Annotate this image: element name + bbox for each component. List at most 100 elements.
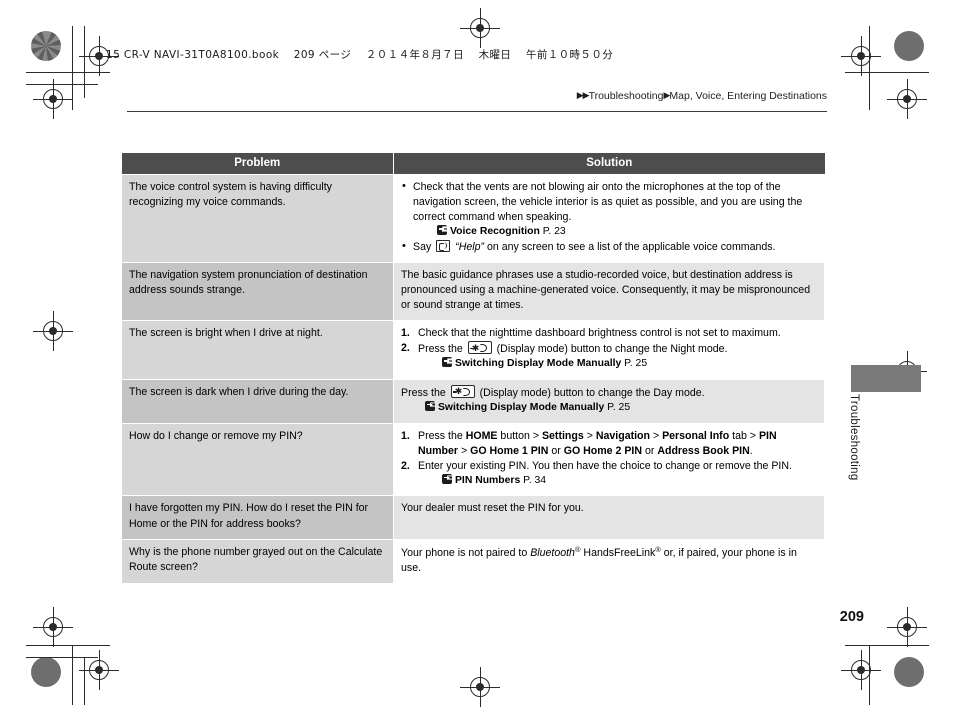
- cross-reference-page: P. 25: [624, 358, 648, 370]
- list-item: Say “Help” on any screen to see a list o…: [401, 239, 817, 255]
- table-row: Why is the phone number grayed out on th…: [121, 538, 825, 584]
- solution-cell: Your dealer must reset the PIN for you.: [393, 495, 825, 540]
- bullet-text-rest: on any screen to see a list of the appli…: [486, 240, 776, 253]
- troubleshooting-table: Problem Solution The voice control syste…: [121, 153, 825, 584]
- step-text: Check that the nighttime dashboard brigh…: [418, 326, 781, 339]
- crop-line-top-right-v: [869, 26, 870, 110]
- registration-mark-bottom-right-2: [887, 607, 927, 647]
- problem-cell: How do I change or remove my PIN?: [121, 422, 394, 497]
- cross-reference-page: P. 34: [523, 474, 547, 486]
- problem-cell: Why is the phone number grayed out on th…: [121, 538, 394, 584]
- table-row: The screen is dark when I drive during t…: [121, 378, 825, 424]
- gt2: >: [650, 429, 663, 442]
- cross-reference-name: Switching Display Mode Manually: [455, 358, 622, 370]
- cross-reference-name: Switching Display Mode Manually: [438, 401, 605, 413]
- home-button-label: HOME: [465, 429, 498, 442]
- crop-line-bottom-right-v: [869, 645, 870, 705]
- print-dot-mark-bottom-left: [31, 657, 61, 687]
- crop-line-top-left-h: [26, 72, 110, 73]
- print-dot-mark-bottom-right: [894, 657, 924, 687]
- solution-pre: Your phone is not paired to: [401, 546, 531, 559]
- cross-reference-name: Voice Recognition: [450, 226, 540, 238]
- cross-reference-name: PIN Numbers: [455, 474, 521, 486]
- problem-cell: I have forgotten my PIN. How do I reset …: [121, 495, 394, 540]
- period: .: [749, 444, 753, 457]
- crop-line-bottom-right-h: [845, 645, 929, 646]
- column-header-problem: Problem: [121, 153, 394, 175]
- cross-reference: PIN Numbers P. 34: [418, 473, 817, 489]
- display-mode-button-icon: ✱: [450, 384, 475, 398]
- jump-arrow-icon: [442, 357, 452, 368]
- table-row: The screen is bright when I drive at nig…: [121, 319, 825, 380]
- solution-cell: Press the ✱ (Display mode) button to cha…: [393, 378, 825, 424]
- table-row: The navigation system pronunciation of d…: [121, 261, 825, 321]
- running-head-subsection: Map, Voice, Entering Destinations: [669, 90, 827, 102]
- solution-bullet-list: Check that the vents are not blowing air…: [401, 179, 817, 255]
- or1: or: [548, 444, 564, 457]
- step-text: Press the HOME button > Settings > Navig…: [418, 430, 777, 457]
- navigation-label: Navigation: [595, 429, 650, 442]
- bluetooth-label: Bluetooth: [530, 546, 575, 559]
- column-header-solution: Solution: [393, 153, 825, 175]
- crop-line-top-right-h: [845, 72, 929, 73]
- voice-command-icon: [436, 239, 451, 252]
- print-dot-mark-top-left: [31, 31, 61, 61]
- list-item: Check that the vents are not blowing air…: [401, 179, 817, 240]
- registration-mark-left-mid: [33, 311, 73, 351]
- cross-reference-page: P. 25: [607, 401, 631, 413]
- step-text: Enter your existing PIN. You then have t…: [418, 459, 792, 472]
- crop-line-bottom-left-v2: [84, 657, 85, 705]
- running-head-arrow-icon: ▶▶: [576, 90, 590, 100]
- problem-cell: The navigation system pronunciation of d…: [121, 261, 394, 321]
- running-head: ▶▶Troubleshooting▶Map, Voice, Entering D…: [127, 90, 827, 102]
- display-mode-button-icon: ✱: [467, 341, 492, 355]
- or2: or: [642, 444, 658, 457]
- running-head-rule: [127, 111, 827, 112]
- solution-lead: Press the: [401, 386, 446, 399]
- gt1: >: [583, 429, 596, 442]
- address-book-pin-label: Address Book PIN: [657, 444, 750, 457]
- go-home-1-pin-label: GO Home 1 PIN: [470, 444, 549, 457]
- registration-mark-top-right-2: [887, 79, 927, 119]
- crop-line-bottom-left-h: [26, 645, 110, 646]
- solution-cell: Your phone is not paired to Bluetooth® H…: [393, 538, 825, 584]
- registration-mark-top-right: [841, 36, 881, 76]
- registration-mark-bottom-center: [460, 667, 500, 707]
- print-dot-mark-top-right: [894, 31, 924, 61]
- step-mid: button >: [497, 429, 542, 442]
- cross-reference: Switching Display Mode Manually P. 25: [418, 357, 817, 372]
- cross-reference-page: P. 23: [542, 226, 566, 238]
- page-number: 209: [839, 609, 864, 625]
- problem-cell: The voice control system is having diffi…: [121, 174, 394, 263]
- registration-mark-top-center: [460, 8, 500, 48]
- bullet-text: Say: [413, 240, 432, 253]
- jump-arrow-icon: [442, 473, 452, 484]
- table-header-row: Problem Solution: [121, 153, 825, 175]
- cross-reference: Switching Display Mode Manually P. 25: [401, 400, 817, 416]
- solution-cell: Check that the nighttime dashboard brigh…: [393, 319, 825, 380]
- jump-arrow-icon: [425, 400, 435, 411]
- go-home-2-pin-label: GO Home 2 PIN: [563, 444, 643, 457]
- step-text: Press the: [418, 343, 463, 356]
- side-tab-label: Troubleshooting: [848, 394, 860, 481]
- registration-mark-bottom-right: [841, 650, 881, 690]
- jump-arrow-icon: [437, 225, 447, 236]
- registration-mark-top-left-2: [33, 79, 73, 119]
- step-pre: Press the: [418, 429, 466, 442]
- voice-command-phrase: “Help”: [455, 240, 485, 253]
- solution-mid: HandsFreeLink: [580, 546, 656, 559]
- crop-line-top-left-h2: [26, 84, 98, 85]
- list-item: Check that the nighttime dashboard brigh…: [401, 326, 817, 341]
- print-slug-line: 15 CR-V NAVI-31T0A8100.book 209 ページ ２０１４…: [106, 49, 614, 61]
- solution-step-list: Check that the nighttime dashboard brigh…: [401, 326, 817, 372]
- problem-cell: The screen is bright when I drive at nig…: [121, 319, 394, 380]
- side-tab-marker: [851, 365, 921, 392]
- crop-line-bottom-left-v: [72, 645, 73, 705]
- solution-rest: (Display mode) button to change the Day …: [479, 386, 705, 399]
- table-row: How do I change or remove my PIN? Press …: [121, 422, 825, 497]
- solution-cell: The basic guidance phrases use a studio-…: [393, 261, 825, 321]
- solution-cell: Check that the vents are not blowing air…: [393, 174, 825, 263]
- table-row: The voice control system is having diffi…: [121, 174, 825, 263]
- solution-step-list: Press the HOME button > Settings > Navig…: [401, 429, 817, 489]
- crop-line-bottom-left-h2: [26, 657, 98, 658]
